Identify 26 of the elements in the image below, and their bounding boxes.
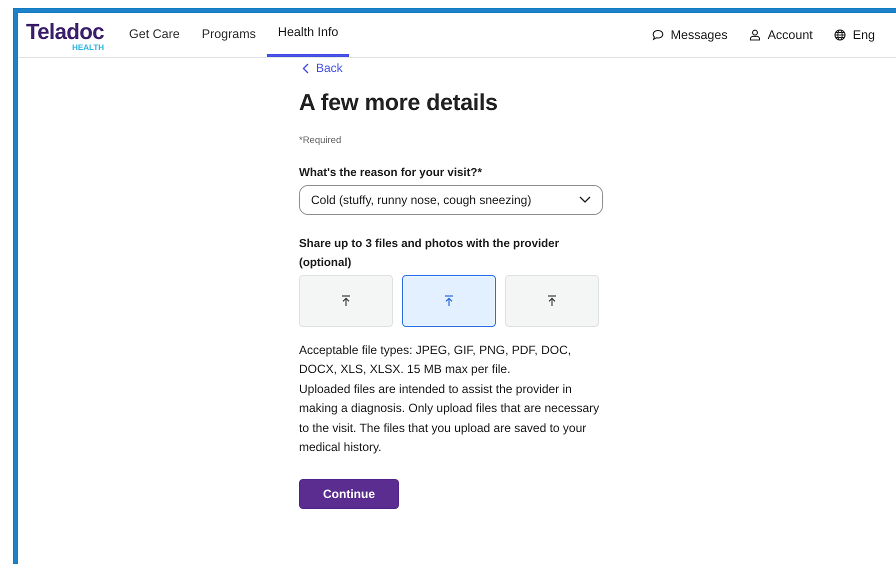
- upload-button[interactable]: [402, 274, 496, 326]
- messages-link[interactable]: Messages: [652, 13, 728, 57]
- brand-subtitle: HEALTH: [72, 42, 104, 52]
- help-text: Uploaded files are intended to assist the provider in making a diagnosis. Only upload files that are necessary to the visit. The files that you upload are saved to your medical history.: [299, 380, 600, 456]
- brand-logo[interactable]: Teladoc: [26, 20, 104, 42]
- required-note: *Required: [299, 134, 342, 146]
- nav-tab[interactable]: Health Info: [266, 13, 350, 57]
- globe-icon: [834, 29, 846, 41]
- nav-tab[interactable]: Get Care: [118, 13, 191, 57]
- upload-icon: [547, 294, 557, 306]
- nav-tab[interactable]: Programs: [190, 13, 267, 57]
- account-link[interactable]: Account: [748, 13, 813, 57]
- page-title: A few more details: [299, 88, 499, 116]
- upload-icon: [341, 294, 351, 306]
- field-label: What's the reason for your visit?*: [299, 166, 483, 180]
- reason-dropdown[interactable]: Cold (stuffy, runny nose, cough sneezing): [299, 184, 603, 214]
- language-link[interactable]: Eng: [834, 13, 875, 57]
- upload-icon: [444, 294, 454, 306]
- chat-icon: [652, 29, 664, 41]
- help-text: Acceptable file types: JPEG, GIF, PNG, PDF, DOC, DOCX, XLS, XLSX. 15 MB max per file.: [299, 342, 572, 378]
- person-icon: [748, 29, 761, 41]
- field-label: Share up to 3 files and photos with the provider (optional): [299, 236, 560, 270]
- chevron-down-icon: [579, 196, 591, 203]
- chevron-left-icon: [302, 62, 309, 74]
- back-link[interactable]: Back: [302, 61, 343, 75]
- continue-button[interactable]: Continue: [299, 478, 399, 508]
